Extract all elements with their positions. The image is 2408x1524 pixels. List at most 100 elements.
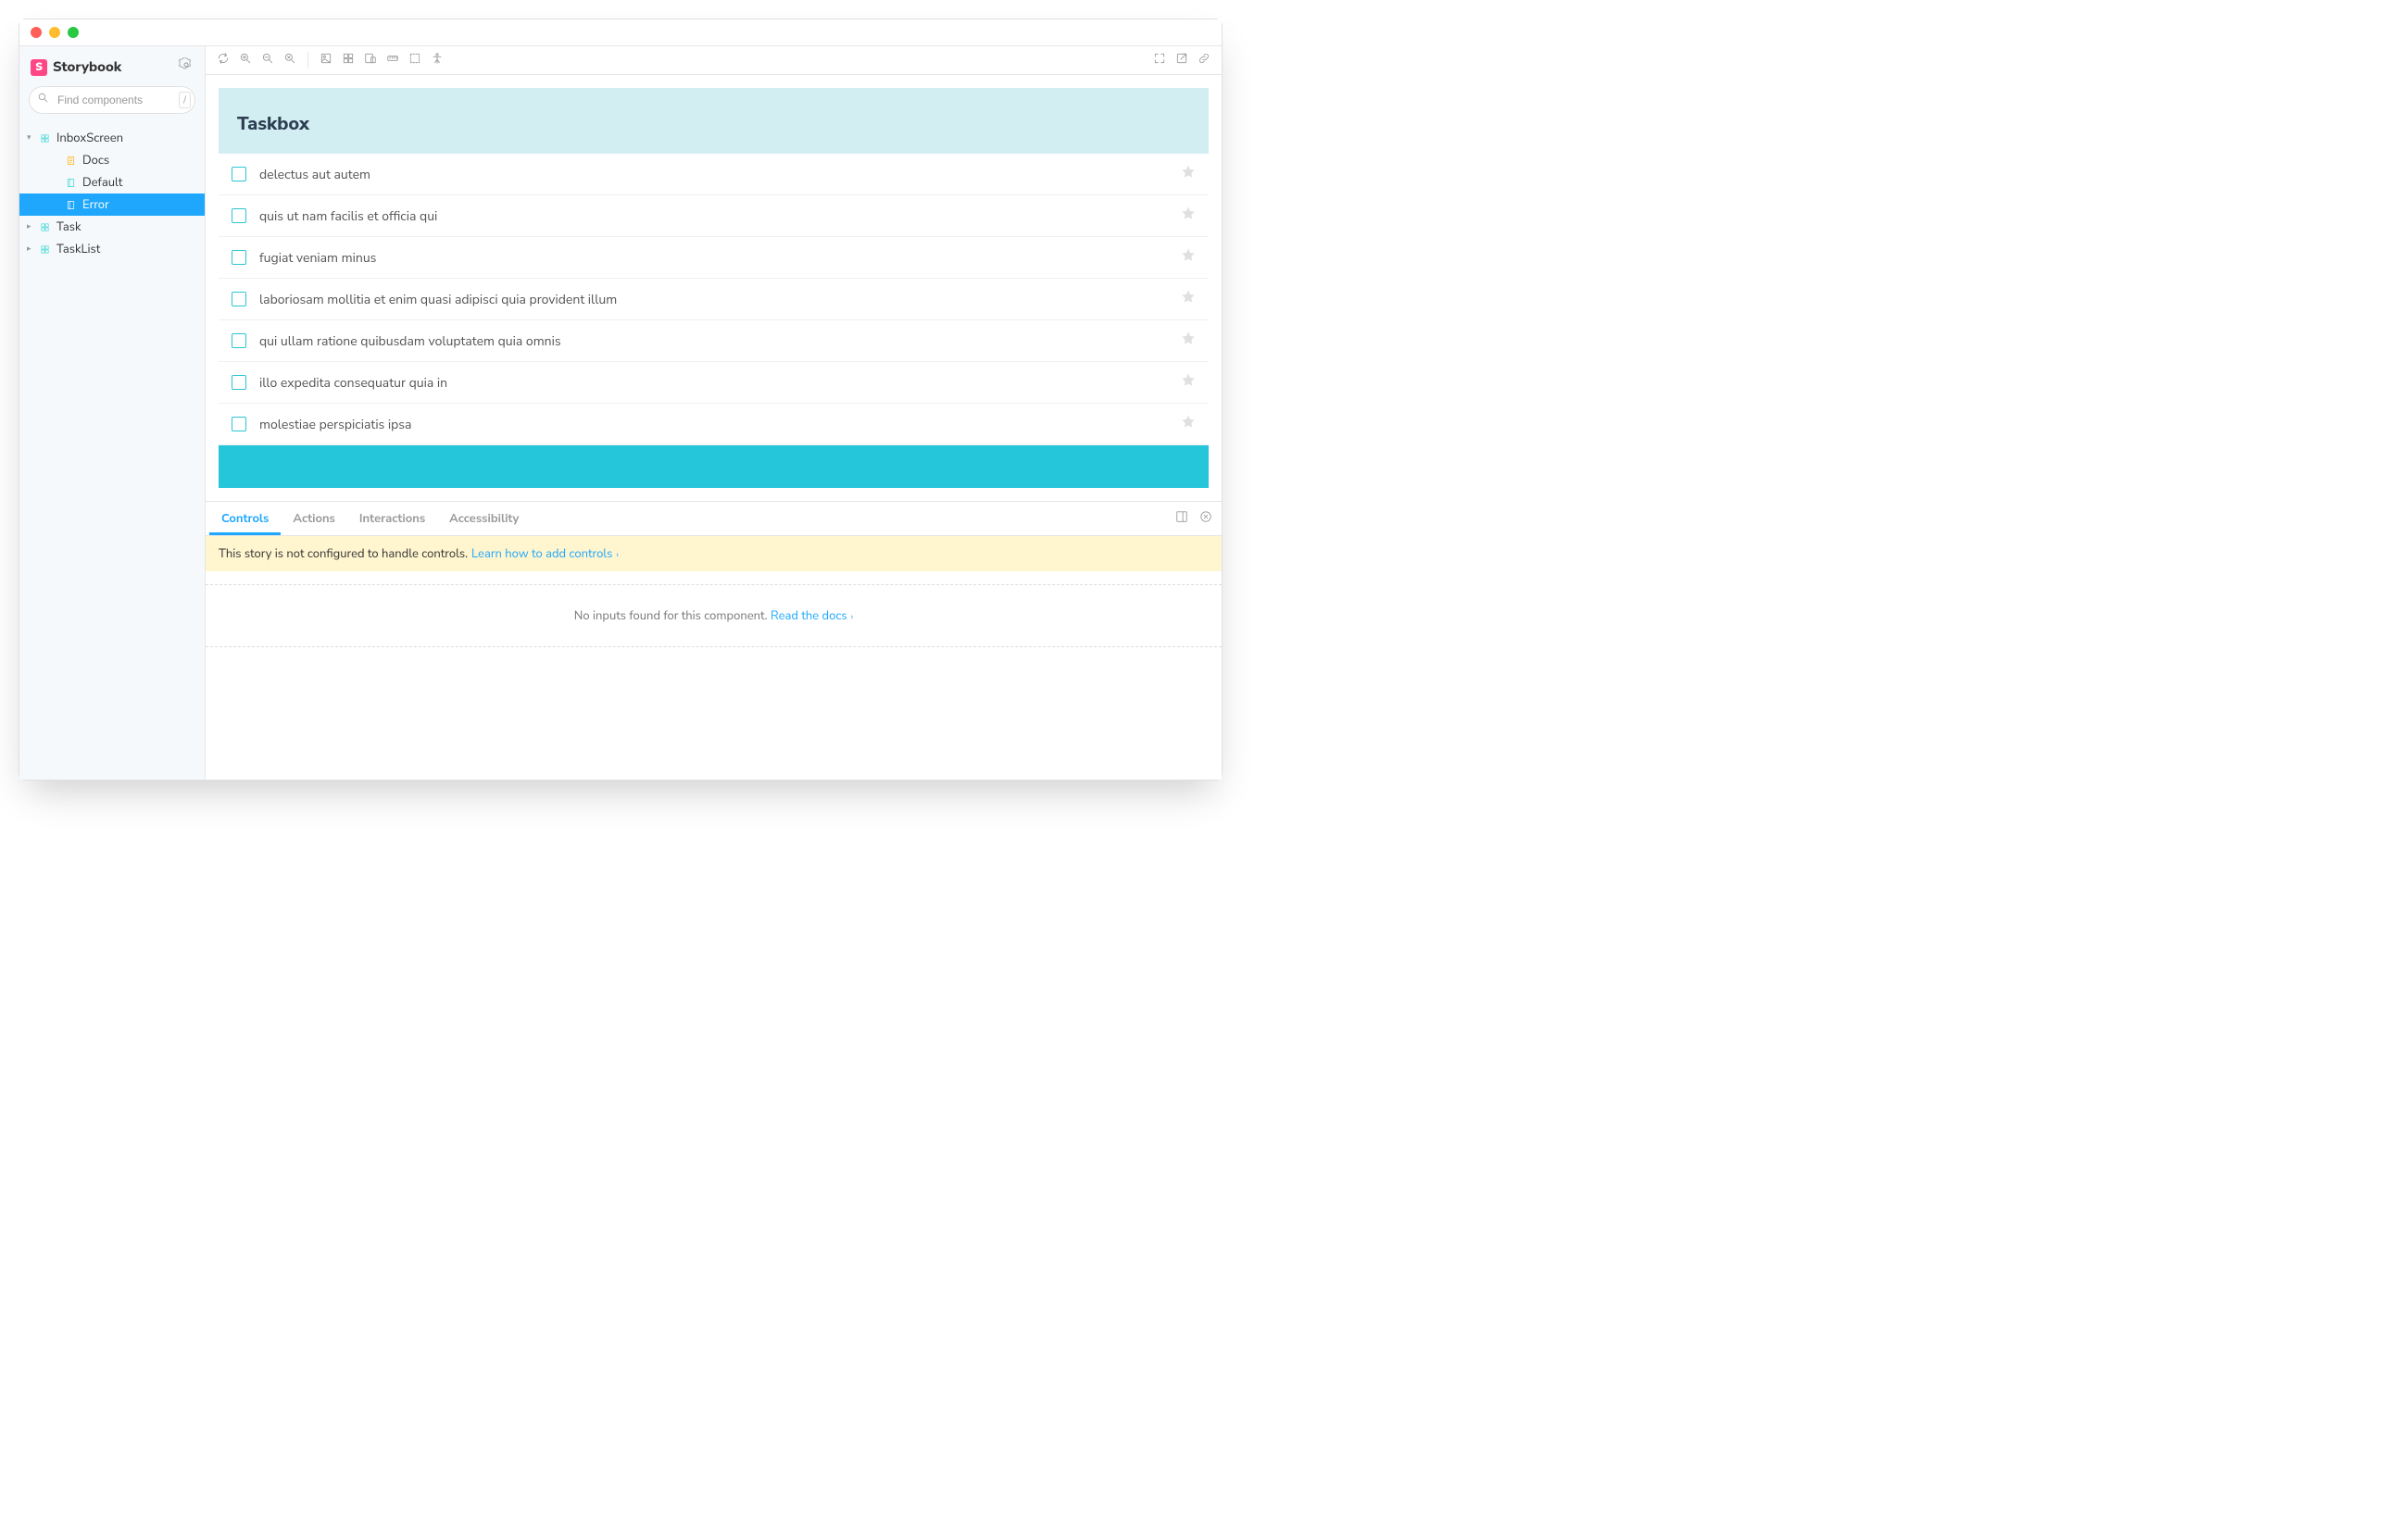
task-title: qui ullam ratione quibusdam voluptatem q… [259, 332, 1181, 350]
story-icon [64, 198, 77, 211]
sidebar-item-label: TaskList [56, 241, 100, 257]
controls-empty-link[interactable]: Read the docs› [771, 607, 853, 624]
task-checkbox[interactable] [232, 417, 246, 431]
star-icon [1181, 164, 1196, 179]
task-pin-button[interactable] [1181, 289, 1196, 309]
sidebar-item-inboxscreen[interactable]: ▾ InboxScreen [19, 127, 205, 149]
addon-panel: ControlsActionsInteractionsAccessibility… [206, 501, 1222, 780]
background-icon [320, 50, 332, 70]
task-title: fugiat veniam minus [259, 249, 1181, 267]
sidebar-item-label: Default [82, 174, 122, 191]
task-pin-button[interactable] [1181, 247, 1196, 268]
sidebar-item-tasklist[interactable]: ▸TaskList [19, 238, 205, 260]
task-checkbox[interactable] [232, 375, 246, 390]
search-input[interactable] [56, 93, 170, 107]
zoom-in-button[interactable] [239, 50, 252, 70]
controls-warning-bar: This story is not configured to handle c… [206, 536, 1222, 571]
accessibility-vision-icon [431, 50, 444, 70]
copy-link-icon [1198, 50, 1210, 70]
sidebar-item-label: Task [56, 219, 81, 235]
storybook-brand[interactable]: S Storybook [31, 58, 121, 77]
task-checkbox[interactable] [232, 208, 246, 223]
task-checkbox[interactable] [232, 333, 246, 348]
sidebar-item-task[interactable]: ▸Task [19, 216, 205, 238]
star-icon [1181, 414, 1196, 429]
addon-tab-interactions[interactable]: Interactions [347, 502, 437, 535]
open-new-tab-button[interactable] [1175, 50, 1188, 70]
open-new-tab-icon [1175, 50, 1188, 70]
zoom-out-button[interactable] [261, 50, 274, 70]
task-checkbox[interactable] [232, 250, 246, 265]
settings-button[interactable] [179, 57, 194, 77]
sidebar-item-label: InboxScreen [56, 130, 123, 146]
task-pin-button[interactable] [1181, 206, 1196, 226]
window-zoom-button[interactable] [68, 27, 79, 38]
preview-toolbar [206, 46, 1222, 75]
sidebar-item-error[interactable]: Error [19, 194, 205, 216]
zoom-reset-button[interactable] [283, 50, 296, 70]
panel-close-button[interactable] [1199, 508, 1212, 529]
task-pin-button[interactable] [1181, 331, 1196, 351]
close-icon [1199, 510, 1212, 523]
window-minimize-button[interactable] [49, 27, 60, 38]
window-close-button[interactable] [31, 27, 42, 38]
fullscreen-button[interactable] [1153, 50, 1166, 70]
star-icon [1181, 247, 1196, 262]
task-row: laboriosam mollitia et enim quasi adipis… [219, 279, 1209, 320]
task-checkbox[interactable] [232, 292, 246, 306]
zoom-out-icon [261, 50, 274, 70]
component-icon [38, 131, 51, 144]
preview-canvas: Taskbox delectus aut autemquis ut nam fa… [206, 75, 1222, 501]
sidebar-header: S Storybook [19, 46, 205, 86]
component-icon [38, 220, 51, 233]
task-checkbox[interactable] [232, 167, 246, 181]
sidebar-item-label: Docs [82, 152, 109, 169]
task-pin-button[interactable] [1181, 372, 1196, 393]
grid-button[interactable] [342, 50, 355, 70]
addon-tab-controls[interactable]: Controls [209, 502, 281, 535]
search-icon [37, 92, 49, 108]
chevron-down-icon: ▾ [27, 132, 36, 144]
sidebar-item-docs[interactable]: Docs [19, 149, 205, 171]
measure-icon [386, 50, 399, 70]
task-pin-button[interactable] [1181, 164, 1196, 184]
task-title: illo expedita consequatur quia in [259, 374, 1181, 392]
sidebar-item-label: Error [82, 196, 109, 213]
controls-empty-state: No inputs found for this component. Read… [206, 584, 1222, 647]
outline-button[interactable] [408, 50, 421, 70]
task-pin-button[interactable] [1181, 414, 1196, 434]
addon-tab-actions[interactable]: Actions [281, 502, 347, 535]
panel-orientation-button[interactable] [1175, 508, 1188, 529]
outline-icon [408, 50, 421, 70]
fullscreen-icon [1153, 50, 1166, 70]
background-button[interactable] [320, 50, 332, 70]
star-icon [1181, 331, 1196, 345]
task-title: laboriosam mollitia et enim quasi adipis… [259, 291, 1181, 308]
addon-tab-accessibility[interactable]: Accessibility [437, 502, 531, 535]
task-row: fugiat veniam minus [219, 237, 1209, 279]
star-icon [1181, 206, 1196, 220]
toolbar-divider [307, 52, 308, 69]
measure-button[interactable] [386, 50, 399, 70]
task-row: illo expedita consequatur quia in [219, 362, 1209, 404]
accessibility-vision-button[interactable] [431, 50, 444, 70]
gear-icon [179, 57, 194, 72]
panel-orientation-icon [1175, 510, 1188, 523]
zoom-reset-icon [283, 50, 296, 70]
controls-warning-link[interactable]: Learn how to add controls› [471, 545, 619, 562]
task-title: delectus aut autem [259, 166, 1181, 183]
sidebar-item-default[interactable]: Default [19, 171, 205, 194]
sidebar: S Storybook / ▾ InboxScreen Docs Default Err… [19, 46, 206, 780]
sync-button[interactable] [217, 50, 230, 70]
search-field[interactable]: / [29, 86, 195, 114]
grid-icon [342, 50, 355, 70]
window-titlebar [19, 19, 1222, 46]
taskbox-app: Taskbox delectus aut autemquis ut nam fa… [219, 88, 1209, 488]
copy-link-button[interactable] [1198, 50, 1210, 70]
task-row: molestiae perspiciatis ipsa [219, 404, 1209, 445]
storybook-logo-icon: S [31, 59, 47, 76]
search-shortcut-hint: / [179, 92, 191, 108]
controls-warning-text: This story is not configured to handle c… [219, 545, 468, 562]
component-tree: ▾ InboxScreen Docs Default Error ▸Task▸TaskLi… [19, 127, 205, 260]
viewport-button[interactable] [364, 50, 377, 70]
